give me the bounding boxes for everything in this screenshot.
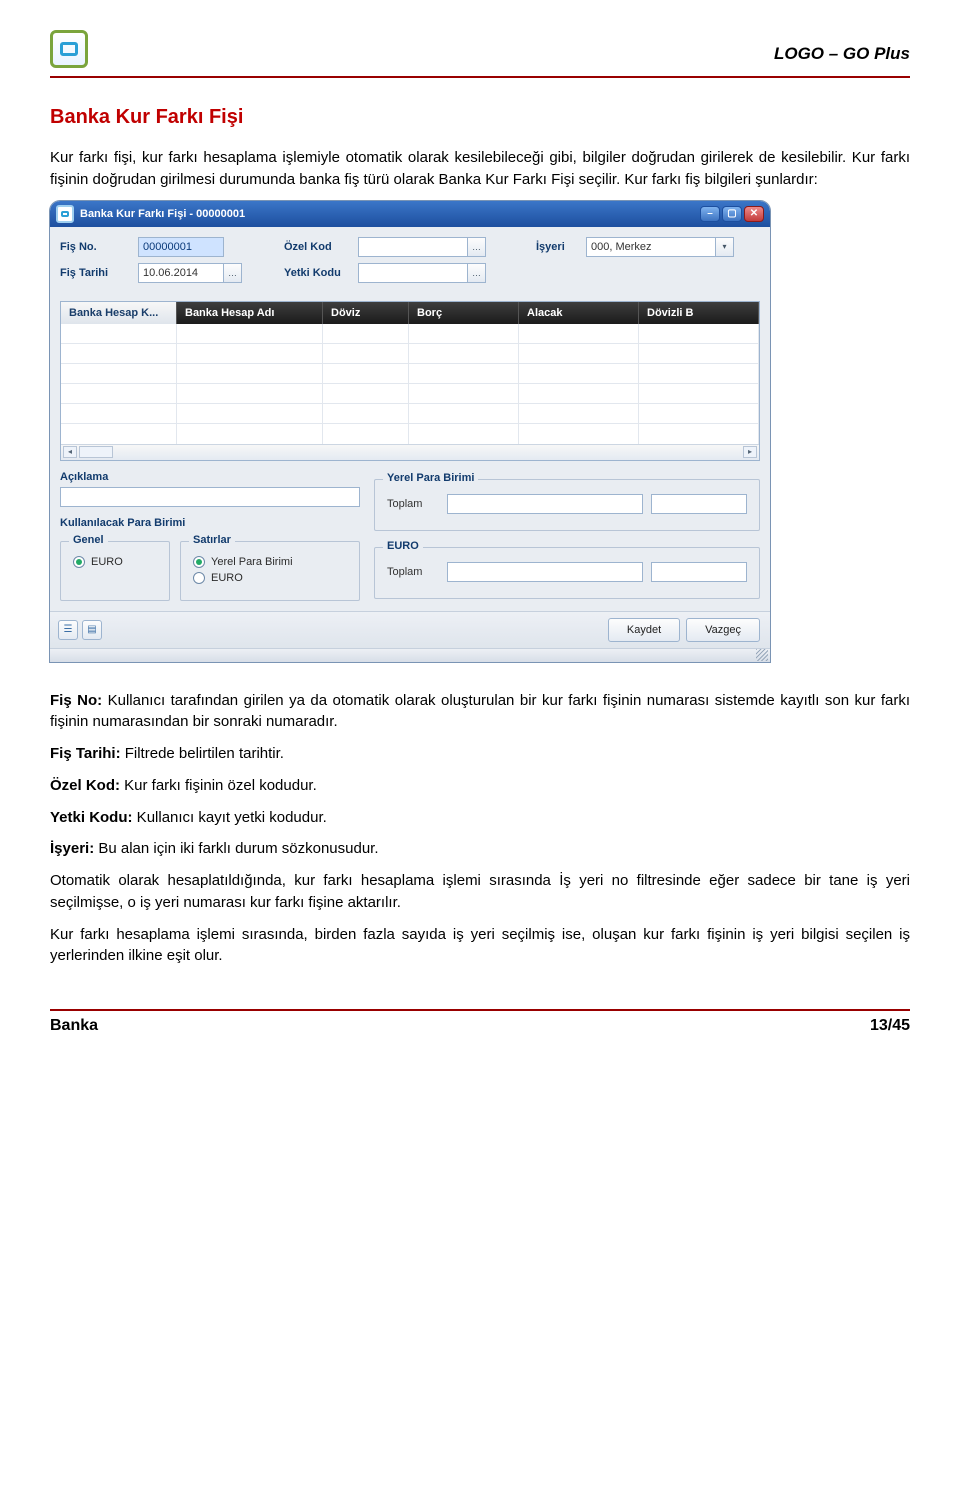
header-divider: [50, 76, 910, 78]
grid-hscrollbar[interactable]: ◂ ▸: [61, 444, 759, 460]
yerel-toplam-left[interactable]: [447, 494, 643, 514]
euro-group-title: EURO: [383, 540, 423, 552]
footer-page: 13/45: [870, 1017, 910, 1035]
satirlar-group-title: Satırlar: [189, 534, 235, 546]
logo-icon: [50, 30, 88, 68]
fis-no-input[interactable]: 00000001: [138, 237, 224, 257]
yetki-kodu-label: Yetki Kodu: [284, 267, 358, 279]
window-statusbar: [50, 648, 770, 662]
p-fisno: Fiş No: Kullanıcı tarafından girilen ya …: [50, 690, 910, 734]
satir-yerel-label: Yerel Para Birimi: [211, 556, 293, 568]
fis-tarihi-input[interactable]: 10.06.2014: [138, 263, 224, 283]
genel-euro-label: EURO: [91, 556, 123, 568]
app-icon: [56, 205, 74, 223]
ozel-kod-lookup-icon[interactable]: …: [468, 237, 486, 257]
grid-col-1[interactable]: Banka Hesap Adı: [177, 302, 323, 324]
dialog-screenshot: Banka Kur Farkı Fişi - 00000001 – ▢ ✕ Fi…: [50, 201, 910, 662]
yerel-toplam-label: Toplam: [387, 498, 439, 510]
doc-header: LOGO – GO Plus: [50, 30, 910, 68]
footer-tool-icon-2[interactable]: ▤: [82, 620, 102, 640]
p-oto: Otomatik olarak hesaplatıldığında, kur f…: [50, 870, 910, 914]
kullanilacak-label: Kullanılacak Para Birimi: [60, 517, 360, 529]
scroll-right-icon[interactable]: ▸: [743, 446, 757, 458]
euro-toplam-label: Toplam: [387, 566, 439, 578]
yerel-toplam-right[interactable]: [651, 494, 747, 514]
grid-header: Banka Hesap K... Banka Hesap Adı Döviz B…: [61, 302, 759, 324]
scroll-thumb[interactable]: [79, 446, 113, 458]
aciklama-label: Açıklama: [60, 471, 360, 483]
scroll-left-icon[interactable]: ◂: [63, 446, 77, 458]
window-title: Banka Kur Farkı Fişi - 00000001: [80, 208, 245, 220]
isyeri-select[interactable]: 000, Merkez: [586, 237, 716, 257]
close-button[interactable]: ✕: [744, 206, 764, 222]
p-fistarihi: Fiş Tarihi: Filtrede belirtilen tarihtir…: [50, 743, 910, 765]
save-button[interactable]: Kaydet: [608, 618, 680, 642]
minimize-button[interactable]: –: [700, 206, 720, 222]
yetki-kodu-lookup-icon[interactable]: …: [468, 263, 486, 283]
p-yetkikodu: Yetki Kodu: Kullanıcı kayıt yetki kodudu…: [50, 807, 910, 829]
brand-text: LOGO – GO Plus: [774, 30, 910, 64]
genel-euro-radio[interactable]: EURO: [73, 556, 157, 568]
euro-toplam-left[interactable]: [447, 562, 643, 582]
grid-col-4[interactable]: Alacak: [519, 302, 639, 324]
lines-grid[interactable]: Banka Hesap K... Banka Hesap Adı Döviz B…: [60, 301, 760, 461]
satir-yerel-radio[interactable]: Yerel Para Birimi: [193, 556, 347, 568]
p-ozelkod: Özel Kod: Kur farkı fişinin özel kodudur…: [50, 775, 910, 797]
fis-tarihi-label: Fiş Tarihi: [60, 267, 138, 279]
grid-col-5[interactable]: Dövizli B: [639, 302, 759, 324]
euro-toplam-right[interactable]: [651, 562, 747, 582]
section-title: Banka Kur Farkı Fişi: [50, 106, 910, 129]
grid-col-2[interactable]: Döviz: [323, 302, 409, 324]
radio-on-icon: [73, 556, 85, 568]
maximize-button[interactable]: ▢: [722, 206, 742, 222]
doc-footer: Banka 13/45: [50, 1011, 910, 1035]
isyeri-dropdown-icon[interactable]: ▾: [716, 237, 734, 257]
resize-grip-icon[interactable]: [756, 649, 768, 661]
genel-group-title: Genel: [69, 534, 108, 546]
grid-col-3[interactable]: Borç: [409, 302, 519, 324]
radio-off-icon: [193, 572, 205, 584]
footer-left: Banka: [50, 1017, 98, 1035]
radio-on-icon: [193, 556, 205, 568]
dialog-footer: ☰ ▤ Kaydet Vazgeç: [50, 611, 770, 648]
yerel-group-title: Yerel Para Birimi: [383, 472, 478, 484]
yetki-kodu-input[interactable]: [358, 263, 468, 283]
p-isyeri: İşyeri: Bu alan için iki farklı durum sö…: [50, 838, 910, 860]
satir-euro-label: EURO: [211, 572, 243, 584]
footer-tool-icon[interactable]: ☰: [58, 620, 78, 640]
grid-col-0[interactable]: Banka Hesap K...: [61, 302, 177, 324]
cancel-button[interactable]: Vazgeç: [686, 618, 760, 642]
intro-paragraph: Kur farkı fişi, kur farkı hesaplama işle…: [50, 147, 910, 191]
p-multi: Kur farkı hesaplama işlemi sırasında, bi…: [50, 924, 910, 968]
window-titlebar: Banka Kur Farkı Fişi - 00000001 – ▢ ✕: [50, 201, 770, 227]
isyeri-label: İşyeri: [536, 241, 586, 253]
grid-body[interactable]: [61, 324, 759, 444]
ozel-kod-label: Özel Kod: [284, 241, 358, 253]
ozel-kod-input[interactable]: [358, 237, 468, 257]
satir-euro-radio[interactable]: EURO: [193, 572, 347, 584]
fis-tarihi-picker-icon[interactable]: …: [224, 263, 242, 283]
aciklama-input[interactable]: [60, 487, 360, 507]
fis-no-label: Fiş No.: [60, 241, 138, 253]
